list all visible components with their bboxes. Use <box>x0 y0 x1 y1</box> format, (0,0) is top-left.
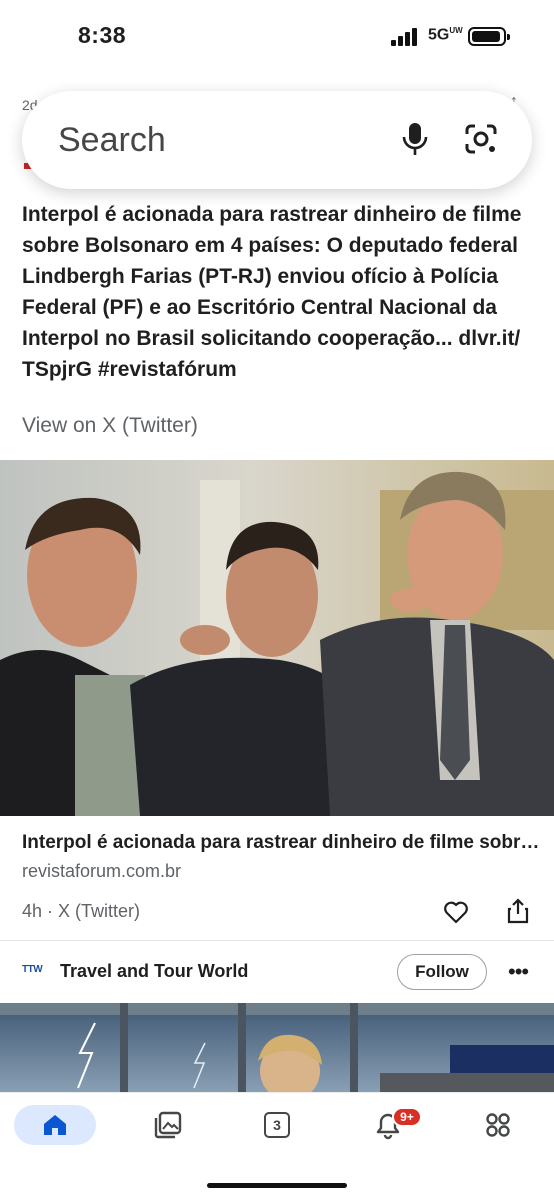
lens-icon[interactable] <box>464 123 498 155</box>
notification-badge: 9+ <box>392 1107 422 1127</box>
follow-button[interactable]: Follow <box>397 954 487 990</box>
status-bar: 8:38 5GUW <box>0 0 554 70</box>
source-name[interactable]: Travel and Tour World <box>60 961 248 982</box>
mic-icon[interactable] <box>402 122 428 156</box>
home-indicator <box>207 1183 347 1188</box>
link-title[interactable]: Interpol é acionada para rastrear dinhei… <box>22 832 542 854</box>
network-indicator: 5GUW <box>428 26 463 44</box>
nav-tabs-button[interactable]: 3 <box>257 1105 297 1145</box>
article-meta: 4h · X (Twitter) <box>22 901 141 921</box>
search-bar[interactable]: Search <box>22 91 532 189</box>
source-logo: TTW <box>22 964 43 975</box>
nav-collections-tab[interactable] <box>148 1105 188 1145</box>
tabs-count: 3 <box>264 1112 290 1138</box>
article-photo[interactable] <box>0 460 554 816</box>
nav-apps-tab[interactable] <box>478 1105 518 1145</box>
article-title[interactable]: Interpol é acionada para rastrear dinhei… <box>22 199 542 385</box>
more-options-icon[interactable]: ••• <box>508 961 529 983</box>
apps-grid-icon <box>486 1113 510 1137</box>
next-card-photo[interactable] <box>0 1003 554 1093</box>
nav-home-tab[interactable] <box>14 1105 96 1145</box>
search-input[interactable]: Search <box>58 121 166 160</box>
divider <box>0 940 554 941</box>
collections-icon <box>154 1111 182 1139</box>
battery-icon <box>468 27 510 46</box>
bottom-nav: 3 9+ <box>0 1092 554 1200</box>
status-time: 8:38 <box>78 22 127 48</box>
view-on-source-link[interactable]: View on X (Twitter) <box>22 414 198 438</box>
signal-icon <box>391 28 419 46</box>
share-icon[interactable] <box>507 898 529 924</box>
link-domain: revistaforum.com.br <box>22 861 182 881</box>
home-icon <box>44 1115 66 1135</box>
heart-icon[interactable] <box>443 900 469 924</box>
